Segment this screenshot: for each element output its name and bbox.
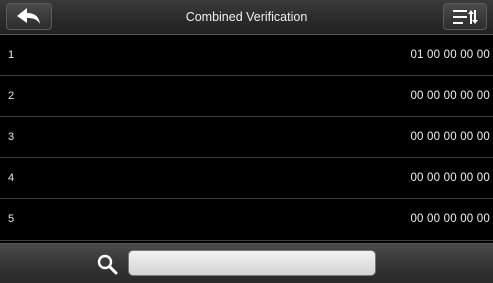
row-value: 00 00 00 00 00 — [410, 131, 490, 143]
row-value: 00 00 00 00 00 — [410, 172, 490, 184]
list-item[interactable]: 2 00 00 00 00 00 — [0, 76, 493, 117]
sort-button[interactable] — [443, 3, 487, 30]
record-list: 1 01 00 00 00 00 2 00 00 00 00 00 3 00 0… — [0, 35, 493, 241]
search-input[interactable] — [128, 250, 376, 276]
back-arrow-icon — [17, 7, 40, 24]
row-index: 4 — [8, 172, 15, 184]
search-button[interactable] — [92, 250, 122, 278]
row-value: 00 00 00 00 00 — [410, 90, 490, 102]
search-icon — [97, 254, 118, 275]
row-value: 00 00 00 00 00 — [410, 213, 490, 225]
back-button[interactable] — [6, 3, 52, 30]
list-item[interactable]: 3 00 00 00 00 00 — [0, 117, 493, 158]
row-value: 01 00 00 00 00 — [410, 49, 490, 61]
row-index: 5 — [8, 213, 15, 225]
combined-verification-screen: Combined Verification 1 01 00 00 00 00 2… — [0, 0, 493, 283]
row-index: 3 — [8, 131, 15, 143]
title-bar: Combined Verification — [0, 0, 493, 35]
search-bar — [0, 243, 493, 283]
row-index: 1 — [8, 49, 15, 61]
page-title: Combined Verification — [185, 10, 308, 24]
list-item[interactable]: 5 00 00 00 00 00 — [0, 199, 493, 241]
row-index: 2 — [8, 90, 15, 102]
list-item[interactable]: 4 00 00 00 00 00 — [0, 158, 493, 199]
list-item[interactable]: 1 01 00 00 00 00 — [0, 35, 493, 76]
sort-list-icon — [453, 9, 478, 24]
